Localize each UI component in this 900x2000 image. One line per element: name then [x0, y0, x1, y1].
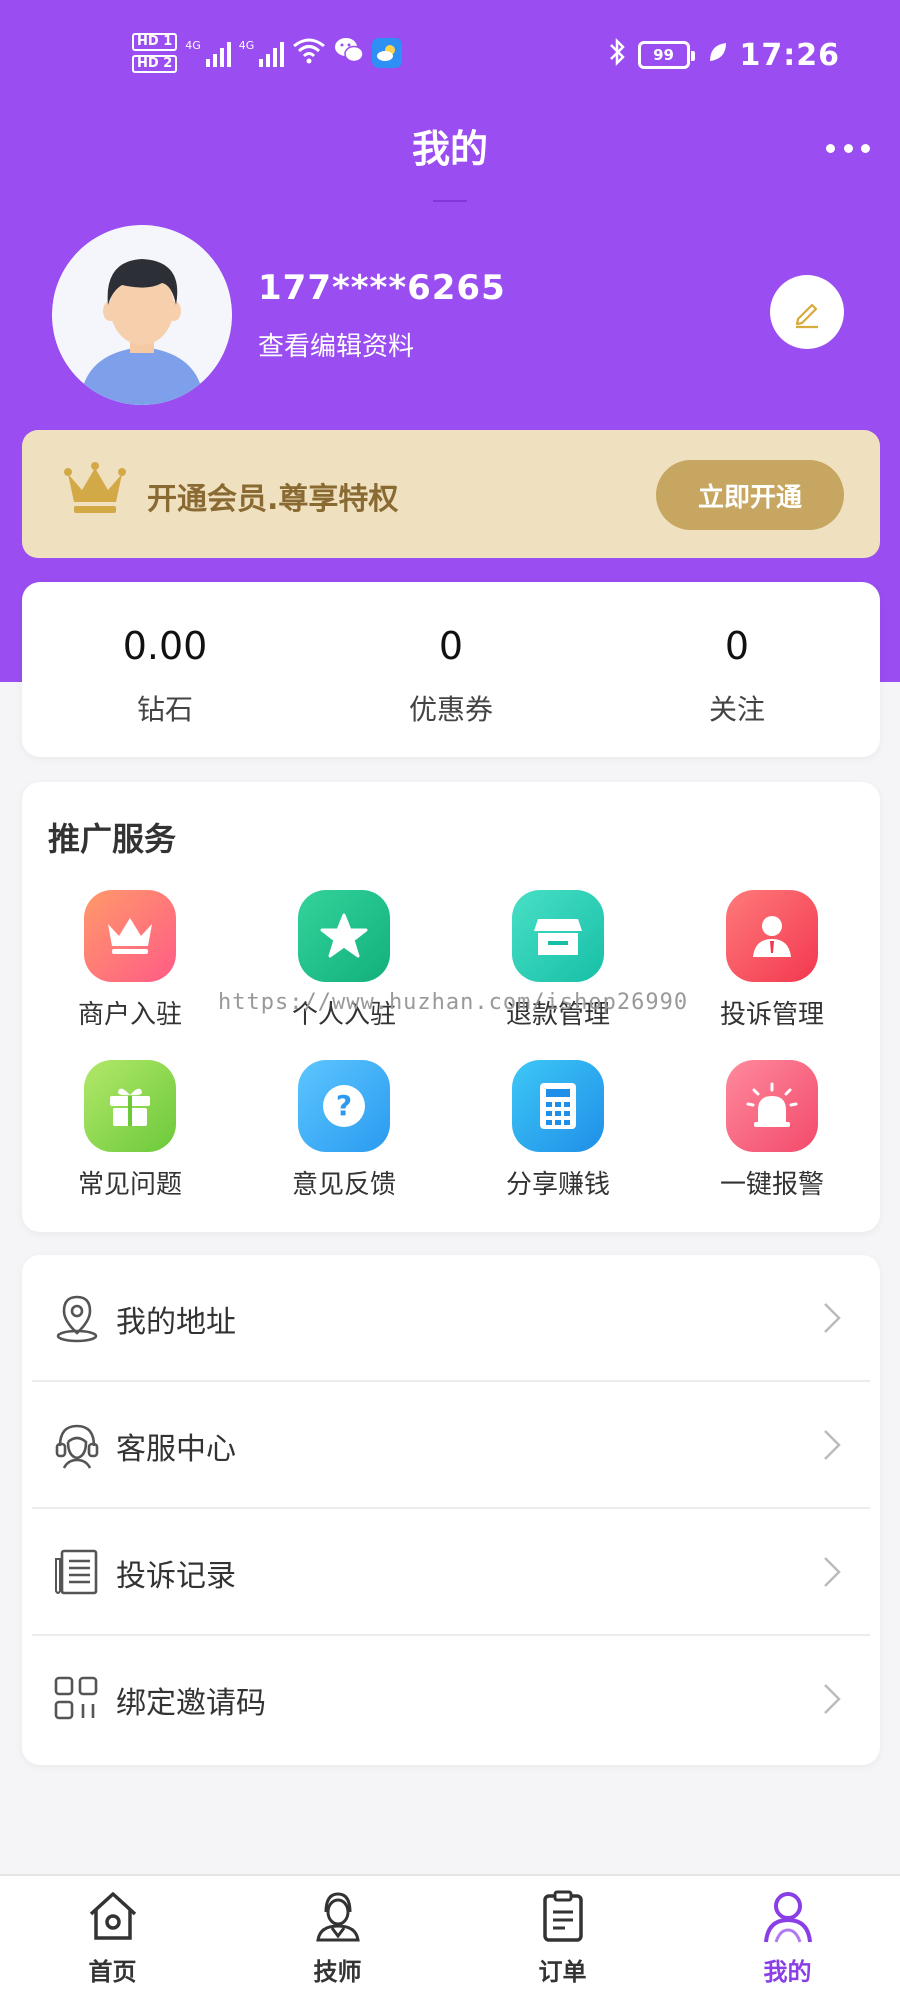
- default-avatar-icon: [52, 225, 232, 405]
- section-title: 推广服务: [48, 820, 177, 858]
- alarm-icon: [726, 1060, 818, 1152]
- service-faq[interactable]: 常见问题: [30, 1060, 230, 1201]
- wifi-icon: [292, 36, 326, 71]
- vip-promo-text: 开通会员.尊享特权: [147, 482, 399, 517]
- dot-icon: [861, 143, 870, 153]
- chevron-right-icon: [822, 1301, 842, 1335]
- menu-item-customer-service[interactable]: 客服中心: [32, 1382, 870, 1509]
- person-icon: [726, 890, 818, 982]
- stat-value: 0: [438, 624, 464, 668]
- battery-icon: 99: [637, 41, 695, 69]
- stat-label: 钻石: [136, 693, 193, 726]
- tab-orders[interactable]: 订单: [450, 1876, 675, 2000]
- pencil-icon: [795, 303, 818, 329]
- network1-label: 4G: [185, 39, 201, 52]
- service-label: 常见问题: [77, 1170, 182, 1200]
- avatar[interactable]: [52, 225, 232, 405]
- tab-label: 我的: [763, 1958, 812, 1986]
- more-options-button[interactable]: [826, 138, 870, 158]
- tab-mine[interactable]: 我的: [675, 1876, 900, 2000]
- service-merchant-join[interactable]: 商户入驻: [30, 890, 230, 1031]
- activate-vip-button[interactable]: 立即开通: [656, 460, 844, 530]
- gift-icon: [84, 1060, 176, 1152]
- wechat-icon: [334, 36, 365, 71]
- network2-label: 4G: [238, 39, 255, 52]
- stat-value: 0.00: [122, 624, 208, 668]
- tab-label: 订单: [538, 1958, 587, 1986]
- menu-item-my-address[interactable]: 我的地址: [32, 1255, 870, 1382]
- hd1-badge: HD 1: [132, 33, 178, 51]
- service-label: 分享赚钱: [505, 1170, 610, 1200]
- tab-technician[interactable]: 技师: [225, 1876, 450, 2000]
- clock-time: 17:26: [739, 37, 840, 73]
- home-icon: [89, 1892, 136, 1940]
- clipboard-icon: [542, 1890, 583, 1942]
- service-label: 意见反馈: [291, 1170, 396, 1200]
- stat-label: 关注: [708, 693, 765, 726]
- tab-label: 技师: [313, 1958, 362, 1986]
- stat-diamonds[interactable]: 0.00 钻石: [22, 582, 308, 757]
- vip-banner[interactable]: 开通会员.尊享特权 立即开通: [22, 430, 880, 558]
- service-share-earn[interactable]: 分享赚钱: [458, 1060, 658, 1201]
- bottom-tab-bar: 首页 技师 订单 我的: [0, 1874, 900, 2000]
- service-emergency-alarm[interactable]: 一键报警: [672, 1060, 872, 1201]
- tab-home[interactable]: 首页: [0, 1876, 225, 2000]
- service-label: 一键报警: [719, 1170, 824, 1200]
- weather-app-icon: [372, 38, 403, 68]
- headset-icon: [52, 1420, 102, 1470]
- menu-label: 客服中心: [116, 1432, 236, 1467]
- power-saving-leaf-icon: [708, 41, 728, 69]
- crown-icon: [84, 890, 176, 982]
- status-right: 99 17:26: [608, 30, 841, 80]
- stat-coupons[interactable]: 0 优惠券: [308, 582, 594, 757]
- menu-label: 绑定邀请码: [116, 1686, 266, 1721]
- status-bar: HD 1 HD 2 4G 4G 99 17:26: [0, 0, 900, 110]
- menu-label: 我的地址: [116, 1305, 236, 1340]
- calculator-icon: [512, 1060, 604, 1152]
- hd2-badge: HD 2: [132, 55, 178, 73]
- dot-icon: [826, 143, 835, 153]
- technician-icon: [315, 1892, 360, 1942]
- dot-icon: [843, 143, 853, 153]
- service-complaint-management[interactable]: 投诉管理: [672, 890, 872, 1031]
- user-phone: 177****6265: [258, 268, 506, 308]
- stats-card: 0.00 钻石 0 优惠券 0 关注: [22, 582, 880, 757]
- question-icon: ?: [298, 1060, 390, 1152]
- stat-following[interactable]: 0 关注: [594, 582, 880, 757]
- location-pin-icon: [52, 1293, 102, 1343]
- tab-label: 首页: [88, 1958, 137, 1986]
- service-feedback[interactable]: ? 意见反馈: [244, 1060, 444, 1201]
- menu-label: 投诉记录: [116, 1559, 236, 1594]
- status-left: HD 1 HD 2 4G 4G: [132, 28, 403, 78]
- chevron-right-icon: [822, 1428, 842, 1462]
- hd-indicators: HD 1 HD 2: [132, 33, 178, 73]
- signal2-icon: 4G: [239, 39, 285, 67]
- chevron-right-icon: [822, 1555, 842, 1589]
- stat-label: 优惠券: [408, 693, 493, 726]
- svg-text:?: ?: [336, 1089, 352, 1122]
- user-icon: [763, 1892, 812, 1943]
- notepad-icon: [52, 1547, 102, 1597]
- page-title: 我的: [411, 127, 488, 171]
- edit-profile-button[interactable]: [770, 275, 844, 349]
- store-icon: [512, 890, 604, 982]
- title-underline: [433, 200, 467, 202]
- qr-grid-icon: [52, 1674, 102, 1724]
- menu-item-complaint-records[interactable]: 投诉记录: [32, 1509, 870, 1636]
- star-icon: [298, 890, 390, 982]
- signal1-icon: 4G: [185, 39, 231, 67]
- menu-list-card: 我的地址 客服中心 投诉记录 绑定邀请码: [22, 1255, 880, 1765]
- service-label: 投诉管理: [719, 1000, 824, 1030]
- watermark-text: https://www.huzhan.com/ishop26990: [218, 990, 689, 1015]
- view-edit-profile-link[interactable]: 查看编辑资料: [258, 326, 414, 363]
- chevron-right-icon: [822, 1682, 842, 1716]
- stat-value: 0: [724, 624, 750, 668]
- menu-item-bind-invite-code[interactable]: 绑定邀请码: [32, 1636, 870, 1763]
- service-label: 商户入驻: [77, 1000, 182, 1030]
- crown-icon: [62, 460, 128, 520]
- bluetooth-icon: [608, 37, 626, 74]
